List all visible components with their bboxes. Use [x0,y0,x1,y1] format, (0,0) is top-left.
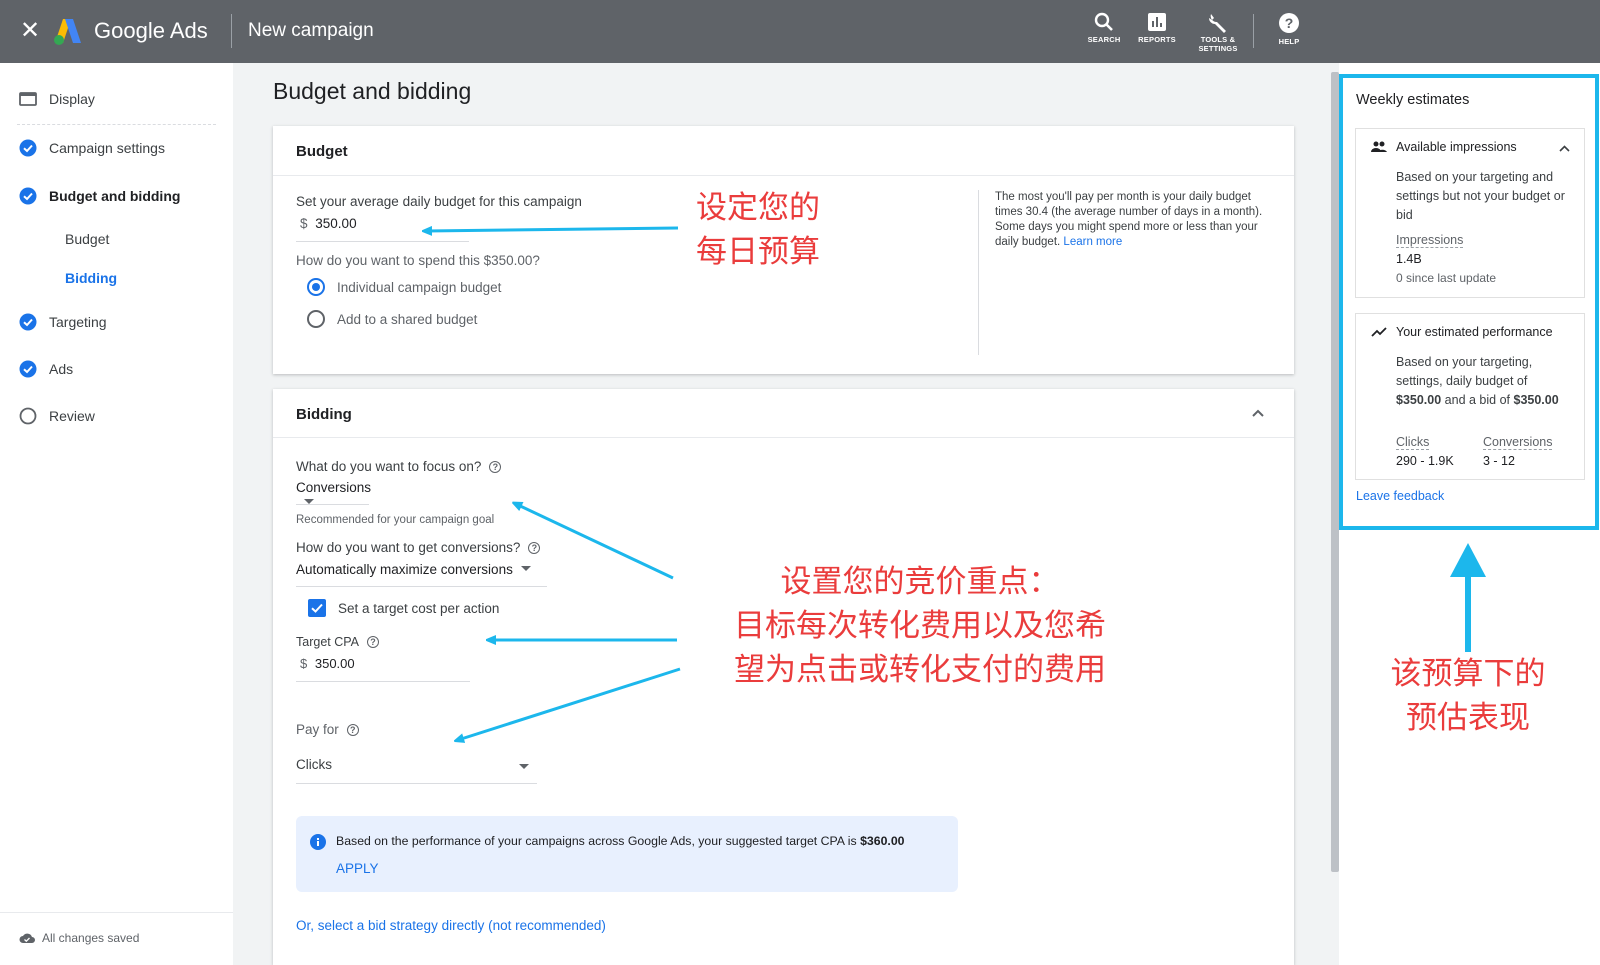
arrow-to-focus [516,504,674,580]
arrow-to-daily-budget [426,228,679,231]
arrow-head-up [1450,543,1486,577]
annotation-arrows [0,0,1486,965]
arrow-to-pay-for [458,667,681,740]
